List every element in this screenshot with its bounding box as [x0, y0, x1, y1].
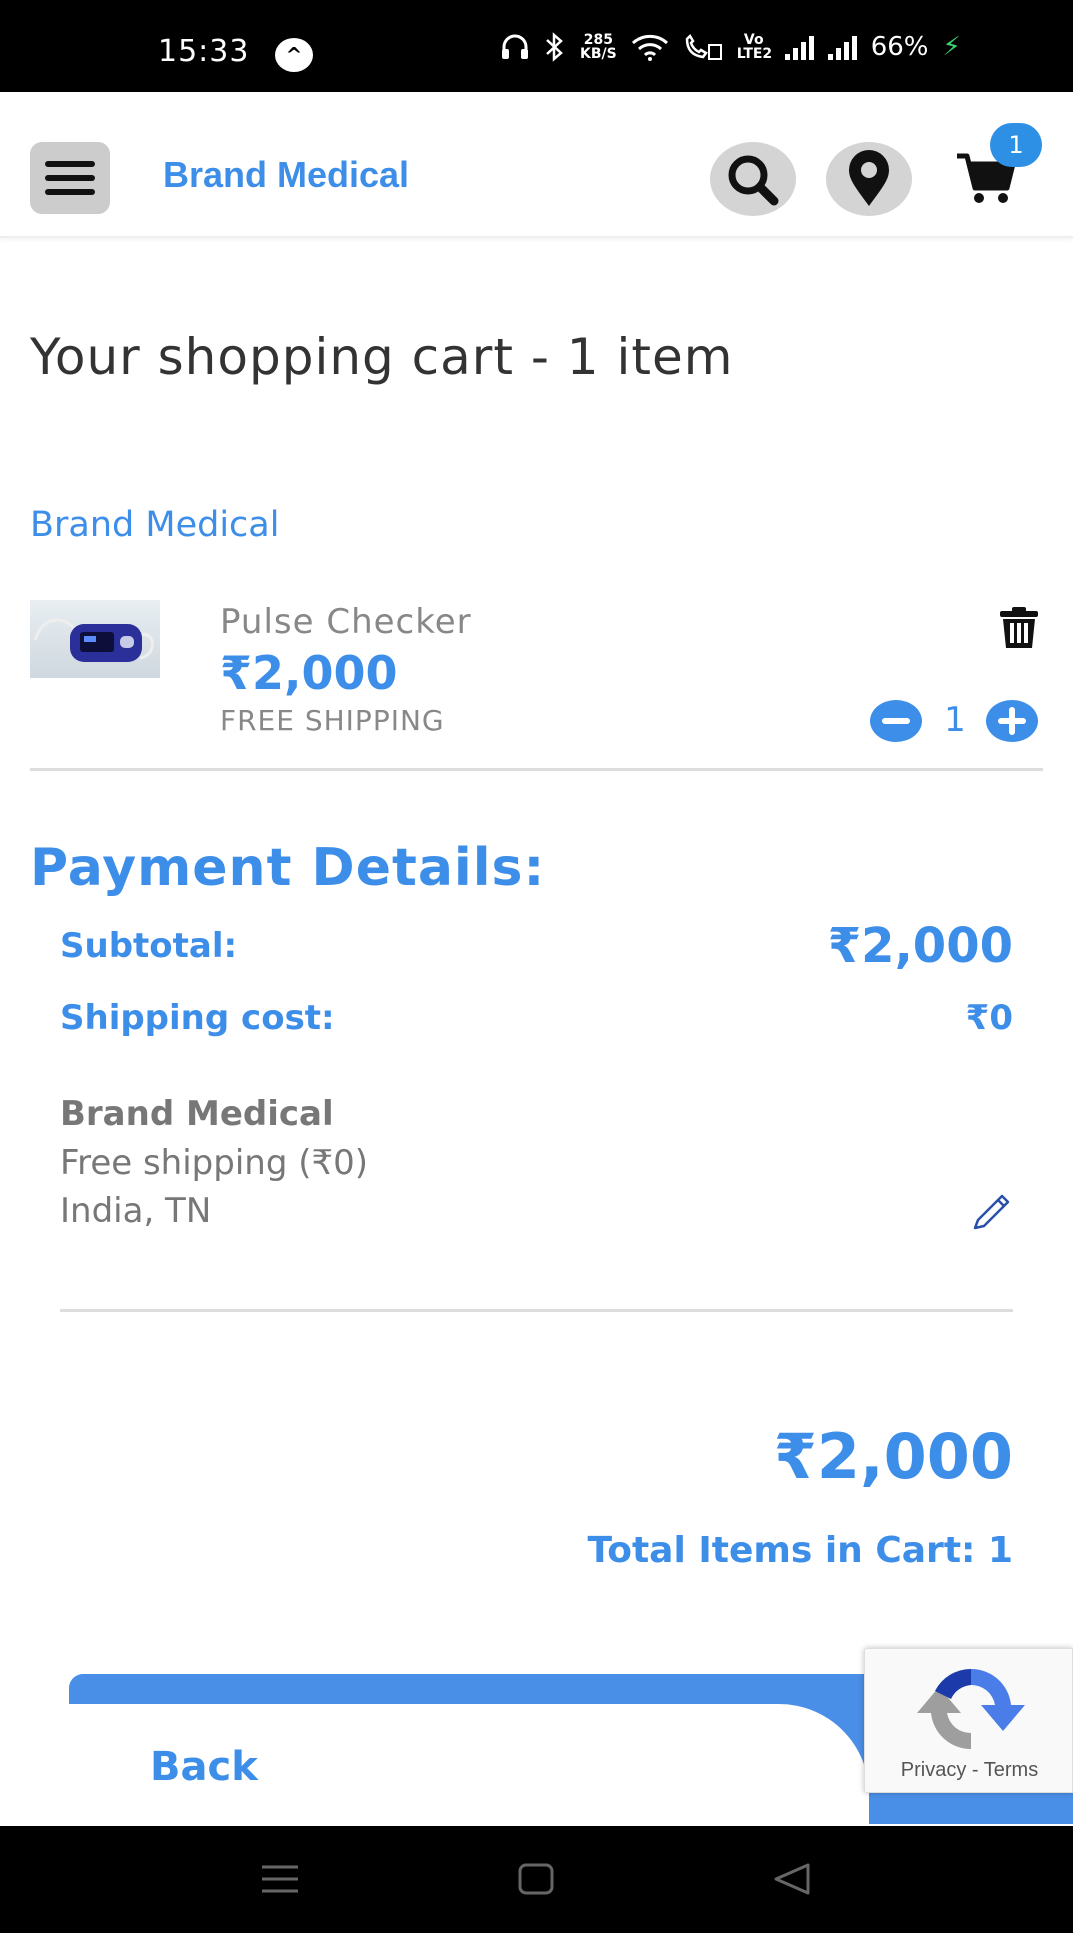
- payment-details-title: Payment Details:: [30, 838, 546, 898]
- recent-apps-button[interactable]: [260, 1862, 300, 1900]
- bluetooth-icon: [546, 32, 563, 62]
- shipping-location: India, TN: [60, 1191, 212, 1231]
- search-icon: [728, 155, 779, 206]
- subtotal-label: Subtotal:: [60, 926, 238, 966]
- edit-shipping-button[interactable]: [970, 1190, 1014, 1230]
- divider: [60, 1309, 1013, 1312]
- home-button[interactable]: [516, 1862, 556, 1900]
- notification-icon: ^: [275, 38, 313, 72]
- net-speed-unit: KB/S: [580, 46, 617, 62]
- location-button[interactable]: [826, 142, 912, 216]
- product-image[interactable]: [30, 600, 160, 678]
- hamburger-icon: [45, 161, 95, 167]
- net-speed: 285 KB/S: [580, 33, 617, 61]
- total-items-in-cart: Total Items in Cart: 1: [587, 1530, 1013, 1571]
- divider: [30, 768, 1043, 771]
- battery-level: 66%: [870, 32, 929, 62]
- product-price: ₹2,000: [220, 646, 398, 700]
- signal-strength-1-icon: [784, 34, 814, 60]
- increase-quantity-button[interactable]: [986, 700, 1038, 742]
- menu-button[interactable]: [30, 142, 110, 214]
- recaptcha-logo-icon: [917, 1668, 1025, 1750]
- map-pin-icon: [849, 150, 889, 206]
- decrease-quantity-button[interactable]: [870, 700, 922, 742]
- quantity-value: 1: [944, 700, 966, 740]
- recents-icon: [262, 1865, 298, 1893]
- signal-strength-2-icon: [827, 34, 857, 60]
- status-time: 15:33: [158, 34, 250, 69]
- status-bar: 15:33 ^ 285 KB/S Vo LTE2 66% ⚡: [0, 0, 1073, 92]
- product-name[interactable]: Pulse Checker: [220, 602, 472, 642]
- seller-name[interactable]: Brand Medical: [30, 505, 279, 545]
- headphones-icon: [502, 34, 528, 59]
- cart-count-badge: 1: [990, 123, 1042, 167]
- net-speed-value: 285: [583, 32, 613, 48]
- status-icons: 285 KB/S Vo LTE2 66% ⚡: [500, 32, 961, 62]
- order-total: ₹2,000: [773, 1420, 1013, 1493]
- remove-item-button[interactable]: [998, 606, 1040, 650]
- recaptcha-badge[interactable]: Privacy - Terms: [864, 1648, 1073, 1793]
- home-icon: [518, 1863, 554, 1895]
- shipping-seller: Brand Medical: [60, 1094, 334, 1134]
- pulse-oximeter-image: [33, 618, 154, 662]
- shipping-cost-label: Shipping cost:: [60, 998, 335, 1038]
- trash-icon: [1000, 607, 1038, 648]
- page-title: Your shopping cart - 1 item: [30, 328, 734, 386]
- recaptcha-links: Privacy - Terms: [865, 1759, 1073, 1782]
- terms-link[interactable]: Terms: [984, 1759, 1038, 1781]
- navigation-bar: [0, 1826, 1073, 1933]
- shipping-cost-value: ₹0: [965, 998, 1013, 1038]
- shipping-method: Free shipping (₹0): [60, 1143, 369, 1183]
- product-shipping: FREE SHIPPING: [220, 704, 445, 737]
- back-button[interactable]: Back: [150, 1744, 258, 1790]
- charging-icon: ⚡: [942, 32, 961, 62]
- back-triangle-icon: [774, 1863, 810, 1895]
- link-separator: -: [966, 1759, 984, 1781]
- privacy-link[interactable]: Privacy: [901, 1759, 967, 1781]
- app-header: Brand Medical: [0, 92, 1073, 238]
- back-nav-button[interactable]: [772, 1862, 812, 1900]
- wifi-calling-icon: [685, 33, 722, 60]
- wifi-icon: [631, 34, 668, 61]
- pencil-icon: [973, 1194, 1010, 1230]
- subtotal-value: ₹2,000: [827, 918, 1013, 974]
- volte-indicator: Vo LTE2: [736, 32, 773, 62]
- brand-title[interactable]: Brand Medical: [163, 154, 409, 196]
- search-button[interactable]: [710, 142, 796, 216]
